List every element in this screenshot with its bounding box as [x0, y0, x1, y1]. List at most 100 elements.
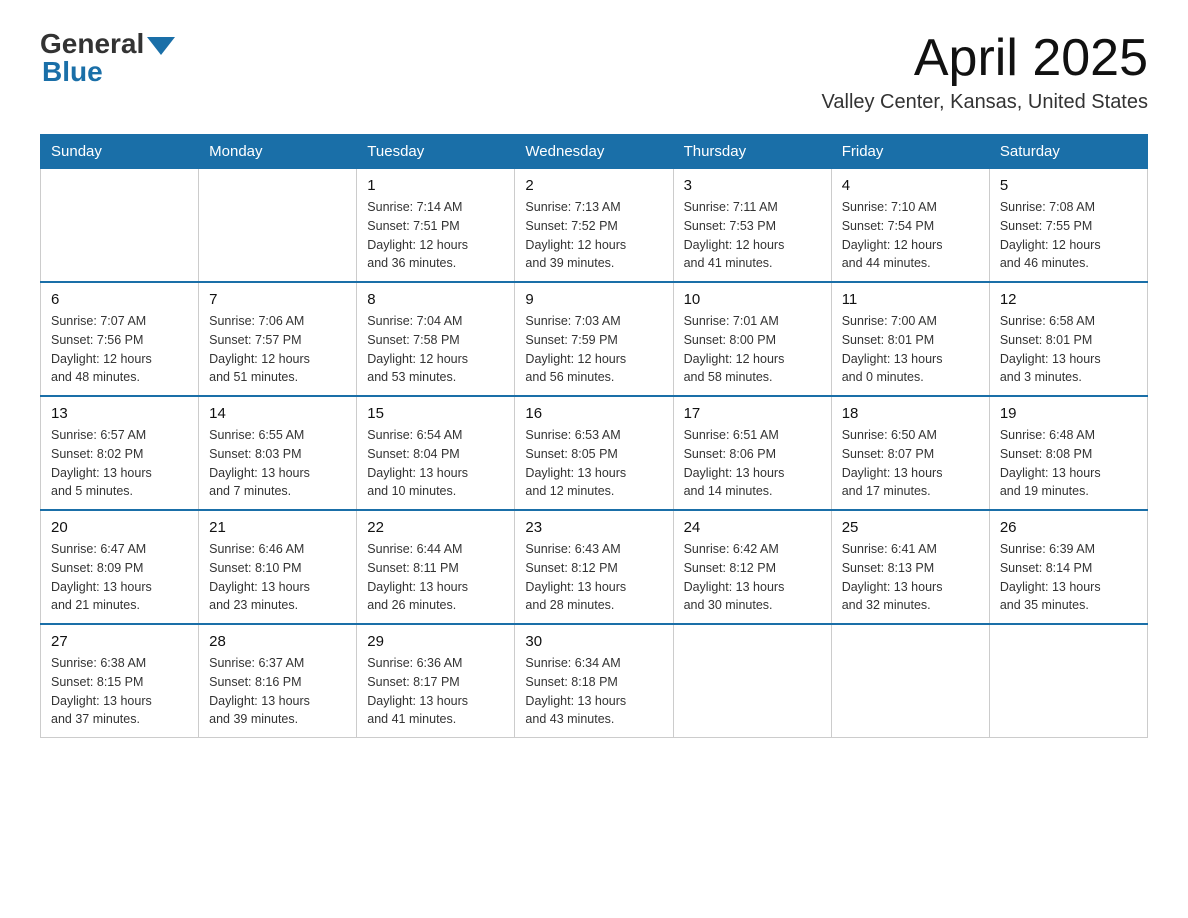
day-info: Sunrise: 6:42 AM Sunset: 8:12 PM Dayligh… [684, 540, 821, 615]
day-number: 6 [51, 291, 188, 308]
day-number: 19 [1000, 405, 1137, 422]
calendar-cell [41, 169, 199, 283]
day-info: Sunrise: 6:39 AM Sunset: 8:14 PM Dayligh… [1000, 540, 1137, 615]
day-number: 25 [842, 519, 979, 536]
day-number: 15 [367, 405, 504, 422]
header-cell-monday: Monday [199, 135, 357, 169]
day-number: 13 [51, 405, 188, 422]
day-number: 24 [684, 519, 821, 536]
calendar-cell: 8 Sunrise: 7:04 AM Sunset: 7:58 PM Daylig… [357, 282, 515, 396]
day-info: Sunrise: 6:51 AM Sunset: 8:06 PM Dayligh… [684, 426, 821, 501]
calendar-cell: 12Sunrise: 6:58 AM Sunset: 8:01 PM Dayli… [989, 282, 1147, 396]
week-row-5: 27Sunrise: 6:38 AM Sunset: 8:15 PM Dayli… [41, 624, 1148, 738]
title-block: April 2025 Valley Center, Kansas, United… [822, 30, 1148, 114]
day-info: Sunrise: 7:00 AM Sunset: 8:01 PM Dayligh… [842, 312, 979, 387]
day-info: Sunrise: 6:48 AM Sunset: 8:08 PM Dayligh… [1000, 426, 1137, 501]
day-info: Sunrise: 7:08 AM Sunset: 7:55 PM Dayligh… [1000, 198, 1137, 273]
calendar-cell: 29 Sunrise: 6:36 AM Sunset: 8:17 PM Dayli… [357, 624, 515, 738]
day-number: 3 [684, 177, 821, 194]
calendar-cell: 18 Sunrise: 6:50 AM Sunset: 8:07 PM Dayli… [831, 396, 989, 510]
day-number: 1 [367, 177, 504, 194]
day-info: Sunrise: 7:11 AM Sunset: 7:53 PM Dayligh… [684, 198, 821, 273]
calendar-header: SundayMondayTuesdayWednesdayThursdayFrid… [41, 135, 1148, 169]
calendar-cell: 24 Sunrise: 6:42 AM Sunset: 8:12 PM Dayli… [673, 510, 831, 624]
calendar-cell: 16Sunrise: 6:53 AM Sunset: 8:05 PM Dayli… [515, 396, 673, 510]
day-number: 14 [209, 405, 346, 422]
logo-general-text: General [40, 30, 144, 58]
day-info: Sunrise: 6:55 AM Sunset: 8:03 PM Dayligh… [209, 426, 346, 501]
day-info: Sunrise: 6:54 AM Sunset: 8:04 PM Dayligh… [367, 426, 504, 501]
day-number: 8 [367, 291, 504, 308]
header-cell-tuesday: Tuesday [357, 135, 515, 169]
day-info: Sunrise: 7:10 AM Sunset: 7:54 PM Dayligh… [842, 198, 979, 273]
calendar-cell: 6 Sunrise: 7:07 AM Sunset: 7:56 PM Daylig… [41, 282, 199, 396]
calendar-subtitle: Valley Center, Kansas, United States [822, 91, 1148, 114]
calendar-cell: 1Sunrise: 7:14 AM Sunset: 7:51 PM Daylig… [357, 169, 515, 283]
day-number: 22 [367, 519, 504, 536]
day-number: 21 [209, 519, 346, 536]
day-number: 29 [367, 633, 504, 650]
calendar-cell: 7 Sunrise: 7:06 AM Sunset: 7:57 PM Daylig… [199, 282, 357, 396]
day-number: 7 [209, 291, 346, 308]
calendar-table: SundayMondayTuesdayWednesdayThursdayFrid… [40, 134, 1148, 738]
day-number: 30 [525, 633, 662, 650]
calendar-cell: 25 Sunrise: 6:41 AM Sunset: 8:13 PM Dayli… [831, 510, 989, 624]
header-cell-friday: Friday [831, 135, 989, 169]
calendar-cell: 2 Sunrise: 7:13 AM Sunset: 7:52 PM Daylig… [515, 169, 673, 283]
day-info: Sunrise: 6:57 AM Sunset: 8:02 PM Dayligh… [51, 426, 188, 501]
page-header: General Blue April 2025 Valley Center, K… [40, 30, 1148, 114]
calendar-cell: 14 Sunrise: 6:55 AM Sunset: 8:03 PM Dayli… [199, 396, 357, 510]
header-cell-thursday: Thursday [673, 135, 831, 169]
week-row-3: 13 Sunrise: 6:57 AM Sunset: 8:02 PM Dayli… [41, 396, 1148, 510]
calendar-cell [831, 624, 989, 738]
calendar-cell: 30Sunrise: 6:34 AM Sunset: 8:18 PM Dayli… [515, 624, 673, 738]
day-info: Sunrise: 6:50 AM Sunset: 8:07 PM Dayligh… [842, 426, 979, 501]
day-number: 4 [842, 177, 979, 194]
day-number: 17 [684, 405, 821, 422]
calendar-cell: 28Sunrise: 6:37 AM Sunset: 8:16 PM Dayli… [199, 624, 357, 738]
week-row-4: 20Sunrise: 6:47 AM Sunset: 8:09 PM Dayli… [41, 510, 1148, 624]
day-info: Sunrise: 7:01 AM Sunset: 8:00 PM Dayligh… [684, 312, 821, 387]
day-number: 2 [525, 177, 662, 194]
calendar-body: 1Sunrise: 7:14 AM Sunset: 7:51 PM Daylig… [41, 169, 1148, 738]
calendar-cell: 10 Sunrise: 7:01 AM Sunset: 8:00 PM Dayli… [673, 282, 831, 396]
calendar-cell: 23 Sunrise: 6:43 AM Sunset: 8:12 PM Dayli… [515, 510, 673, 624]
day-number: 23 [525, 519, 662, 536]
calendar-cell: 20Sunrise: 6:47 AM Sunset: 8:09 PM Dayli… [41, 510, 199, 624]
calendar-cell: 22Sunrise: 6:44 AM Sunset: 8:11 PM Dayli… [357, 510, 515, 624]
week-row-2: 6 Sunrise: 7:07 AM Sunset: 7:56 PM Daylig… [41, 282, 1148, 396]
calendar-cell: 13 Sunrise: 6:57 AM Sunset: 8:02 PM Dayli… [41, 396, 199, 510]
day-number: 5 [1000, 177, 1137, 194]
day-info: Sunrise: 7:06 AM Sunset: 7:57 PM Dayligh… [209, 312, 346, 387]
header-cell-saturday: Saturday [989, 135, 1147, 169]
day-info: Sunrise: 7:04 AM Sunset: 7:58 PM Dayligh… [367, 312, 504, 387]
day-info: Sunrise: 7:07 AM Sunset: 7:56 PM Dayligh… [51, 312, 188, 387]
header-row: SundayMondayTuesdayWednesdayThursdayFrid… [41, 135, 1148, 169]
day-number: 11 [842, 291, 979, 308]
calendar-cell: 9 Sunrise: 7:03 AM Sunset: 7:59 PM Daylig… [515, 282, 673, 396]
header-cell-sunday: Sunday [41, 135, 199, 169]
calendar-cell: 5 Sunrise: 7:08 AM Sunset: 7:55 PM Daylig… [989, 169, 1147, 283]
day-info: Sunrise: 6:41 AM Sunset: 8:13 PM Dayligh… [842, 540, 979, 615]
calendar-cell: 26Sunrise: 6:39 AM Sunset: 8:14 PM Dayli… [989, 510, 1147, 624]
logo: General Blue [40, 30, 175, 88]
calendar-cell: 21 Sunrise: 6:46 AM Sunset: 8:10 PM Dayli… [199, 510, 357, 624]
calendar-cell [673, 624, 831, 738]
day-info: Sunrise: 7:03 AM Sunset: 7:59 PM Dayligh… [525, 312, 662, 387]
day-number: 28 [209, 633, 346, 650]
day-info: Sunrise: 6:36 AM Sunset: 8:17 PM Dayligh… [367, 654, 504, 729]
day-info: Sunrise: 6:43 AM Sunset: 8:12 PM Dayligh… [525, 540, 662, 615]
day-number: 9 [525, 291, 662, 308]
day-number: 18 [842, 405, 979, 422]
calendar-cell: 27Sunrise: 6:38 AM Sunset: 8:15 PM Dayli… [41, 624, 199, 738]
calendar-cell: 15 Sunrise: 6:54 AM Sunset: 8:04 PM Dayli… [357, 396, 515, 510]
day-info: Sunrise: 6:46 AM Sunset: 8:10 PM Dayligh… [209, 540, 346, 615]
calendar-cell [989, 624, 1147, 738]
header-cell-wednesday: Wednesday [515, 135, 673, 169]
day-number: 27 [51, 633, 188, 650]
week-row-1: 1Sunrise: 7:14 AM Sunset: 7:51 PM Daylig… [41, 169, 1148, 283]
day-number: 10 [684, 291, 821, 308]
logo-arrow-icon [147, 37, 175, 55]
day-info: Sunrise: 7:13 AM Sunset: 7:52 PM Dayligh… [525, 198, 662, 273]
calendar-cell: 17 Sunrise: 6:51 AM Sunset: 8:06 PM Dayli… [673, 396, 831, 510]
